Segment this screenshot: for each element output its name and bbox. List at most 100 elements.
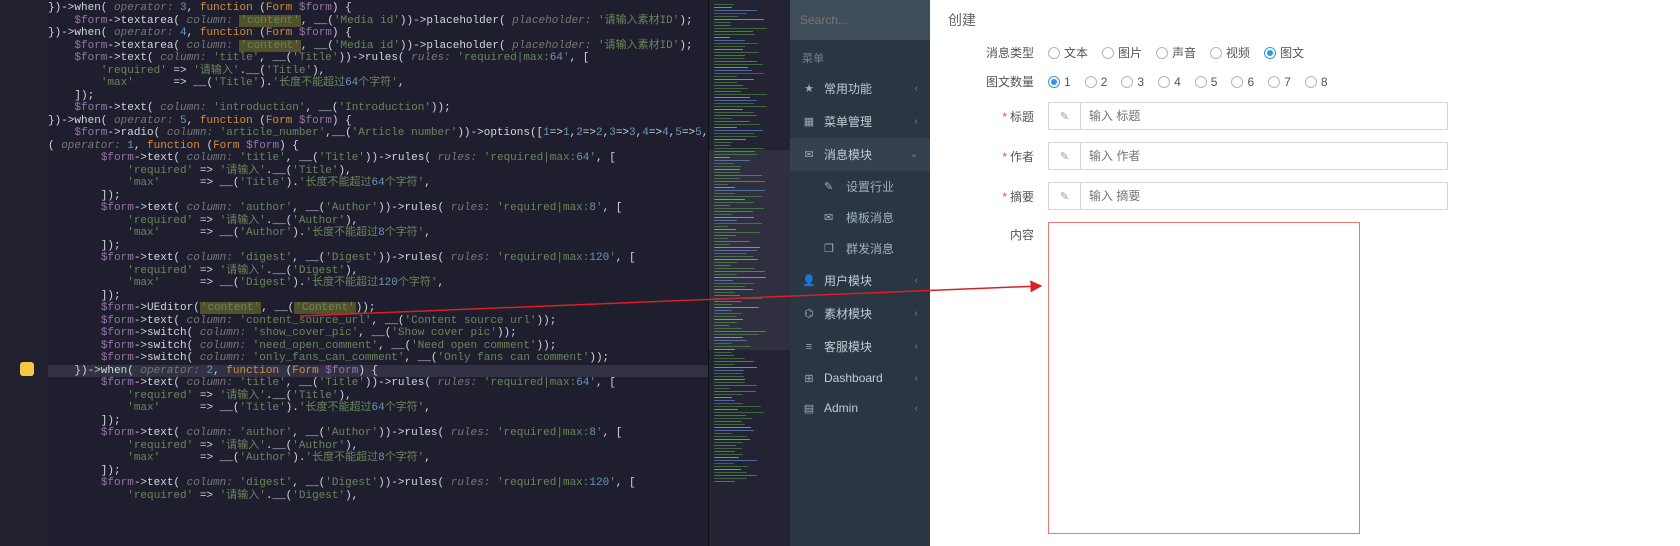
code-line[interactable]: $form->switch( column: 'show_cover_pic',… xyxy=(48,327,790,340)
code-line[interactable]: ( operator: 1, function (Form $form) { xyxy=(48,140,790,153)
radio-label: 声音 xyxy=(1172,44,1196,61)
content-editor[interactable] xyxy=(1048,222,1360,534)
code-line[interactable]: 'required' => '请输入'.__('Author'), xyxy=(48,440,790,453)
img-count-option[interactable]: 3 xyxy=(1121,75,1144,89)
minimap-line xyxy=(714,43,758,44)
admin-sidebar: ⌕ 菜单 ★常用功能‹▦菜单管理‹✉消息模块⌄✎设置行业✉模板消息❐群发消息👤用… xyxy=(790,0,930,546)
code-line[interactable]: $form->textarea( column: 'content', __('… xyxy=(48,15,790,28)
radio-dot-icon xyxy=(1268,76,1280,88)
minimap-line xyxy=(714,46,745,47)
sidebar-subitem[interactable]: ✎设置行业 xyxy=(790,171,930,202)
radio-label: 图文 xyxy=(1280,44,1304,61)
code-line[interactable]: })->when( operator: 5, function (Form $f… xyxy=(48,115,790,128)
code-line[interactable]: 'max' => __('Author').'长度不能超过8个字符', xyxy=(48,452,790,465)
nav-icon: ⊞ xyxy=(802,372,816,385)
minimap-line xyxy=(714,13,747,14)
radio-dot-icon xyxy=(1048,76,1060,88)
img-count-option[interactable]: 6 xyxy=(1231,75,1254,89)
intention-bulb-icon[interactable] xyxy=(20,362,34,376)
code-line[interactable]: $form->text( column: 'author', __('Autho… xyxy=(48,202,790,215)
minimap-line xyxy=(714,67,748,68)
sidebar-item[interactable]: ⌬素材模块‹ xyxy=(790,297,930,330)
code-line[interactable]: $form->text( column: 'title', __('Title'… xyxy=(48,52,790,65)
img-count-option[interactable]: 1 xyxy=(1048,75,1071,89)
code-line[interactable]: $form->text( column: 'title', __('Title'… xyxy=(48,377,790,390)
msg-type-option[interactable]: 图片 xyxy=(1102,44,1142,61)
radio-label: 1 xyxy=(1064,75,1071,89)
code-line[interactable]: ]); xyxy=(48,90,790,103)
code-line[interactable]: ]); xyxy=(48,290,790,303)
minimap[interactable] xyxy=(708,0,790,546)
code-line[interactable]: $form->switch( column: 'only_fans_can_co… xyxy=(48,352,790,365)
minimap-line xyxy=(714,145,730,146)
code-line[interactable]: 'required' => '请输入'.__('Title'), xyxy=(48,165,790,178)
code-line[interactable]: $form->text( column: 'title', __('Title'… xyxy=(48,152,790,165)
msg-type-option[interactable]: 视频 xyxy=(1210,44,1250,61)
sidebar-item[interactable]: 👤用户模块‹ xyxy=(790,264,930,297)
minimap-line xyxy=(714,388,730,389)
sidebar-item[interactable]: ✉消息模块⌄ xyxy=(790,138,930,171)
code-line[interactable]: ]); xyxy=(48,240,790,253)
sidebar-item[interactable]: ★常用功能‹ xyxy=(790,72,930,105)
code-line[interactable]: 'required' => '请输入'.__('Digest'), xyxy=(48,490,790,503)
minimap-line xyxy=(714,400,735,401)
sidebar-item[interactable]: ▤Admin‹ xyxy=(790,393,930,423)
nav-icon: ★ xyxy=(802,82,816,95)
code-line[interactable]: 'max' => __('Author').'长度不能超过8个字符', xyxy=(48,227,790,240)
code-line[interactable]: 'required' => '请输入'.__('Digest'), xyxy=(48,265,790,278)
code-line[interactable]: ]); xyxy=(48,415,790,428)
code-line[interactable]: })->when( operator: 2, function (Form $f… xyxy=(48,365,790,378)
code-line[interactable]: $form->switch( column: 'need_open_commen… xyxy=(48,340,790,353)
author-input[interactable] xyxy=(1081,143,1447,169)
code-line[interactable]: ]); xyxy=(48,190,790,203)
code-line[interactable]: 'max' => __('Title').'长度不能超过64个字符', xyxy=(48,177,790,190)
code-line[interactable]: $form->text( column: 'digest', __('Diges… xyxy=(48,477,790,490)
code-line[interactable]: })->when( operator: 3, function (Form $f… xyxy=(48,2,790,15)
row-img-count: 图文数量 12345678 xyxy=(948,73,1650,90)
img-count-option[interactable]: 8 xyxy=(1305,75,1328,89)
code-line[interactable]: $form->UEditor('content', __('Content'))… xyxy=(48,302,790,315)
minimap-line xyxy=(714,376,744,377)
minimap-line xyxy=(714,460,757,461)
radio-dot-icon xyxy=(1305,76,1317,88)
row-msg-type: 消息类型 文本图片声音视频图文 xyxy=(948,44,1650,61)
minimap-line xyxy=(714,109,743,110)
sidebar-subitem[interactable]: ✉模板消息 xyxy=(790,202,930,233)
img-count-option[interactable]: 7 xyxy=(1268,75,1291,89)
code-line[interactable]: $form->radio( column: 'article_number',_… xyxy=(48,127,790,140)
code-line[interactable]: $form->text( column: 'digest', __('Diges… xyxy=(48,252,790,265)
code-line[interactable]: ]); xyxy=(48,465,790,478)
minimap-line xyxy=(714,385,757,386)
code-line[interactable]: 'max' => __('Title').'长度不能超过64个字符', xyxy=(48,77,790,90)
code-area[interactable]: })->when( operator: 3, function (Form $f… xyxy=(48,0,790,546)
minimap-line xyxy=(714,76,737,77)
code-line[interactable]: 'max' => __('Title').'长度不能超过64个字符', xyxy=(48,402,790,415)
minimap-line xyxy=(714,142,732,143)
sidebar-item[interactable]: ≡客服模块‹ xyxy=(790,330,930,363)
sidebar-subitem[interactable]: ❐群发消息 xyxy=(790,233,930,264)
code-line[interactable]: $form->text( column: 'content_source_url… xyxy=(48,315,790,328)
sidebar-search[interactable]: ⌕ xyxy=(790,0,930,40)
title-input[interactable] xyxy=(1081,103,1447,129)
code-line[interactable]: 'max' => __('Digest').'长度不能超过120个字符', xyxy=(48,277,790,290)
msg-type-option[interactable]: 声音 xyxy=(1156,44,1196,61)
sidebar-item[interactable]: ⊞Dashboard‹ xyxy=(790,363,930,393)
img-count-option[interactable]: 2 xyxy=(1085,75,1108,89)
code-line[interactable]: 'required' => '请输入'.__('Title'), xyxy=(48,390,790,403)
msg-type-option[interactable]: 文本 xyxy=(1048,44,1088,61)
digest-input[interactable] xyxy=(1081,183,1447,209)
img-count-option[interactable]: 4 xyxy=(1158,75,1181,89)
minimap-viewport[interactable] xyxy=(709,150,790,350)
sidebar-item[interactable]: ▦菜单管理‹ xyxy=(790,105,930,138)
code-line[interactable]: 'required' => '请输入'.__('Author'), xyxy=(48,215,790,228)
img-count-option[interactable]: 5 xyxy=(1195,75,1218,89)
code-line[interactable]: $form->text( column: 'introduction', __(… xyxy=(48,102,790,115)
label-content: 内容 xyxy=(948,222,1048,243)
minimap-line xyxy=(714,457,739,458)
msg-type-option[interactable]: 图文 xyxy=(1264,44,1304,61)
code-line[interactable]: $form->textarea( column: 'content', __('… xyxy=(48,40,790,53)
code-line[interactable]: $form->text( column: 'author', __('Autho… xyxy=(48,427,790,440)
code-line[interactable]: })->when( operator: 4, function (Form $f… xyxy=(48,27,790,40)
code-line[interactable]: 'required' => '请输入'.__('Title'), xyxy=(48,65,790,78)
nav-label: 菜单管理 xyxy=(824,113,907,130)
